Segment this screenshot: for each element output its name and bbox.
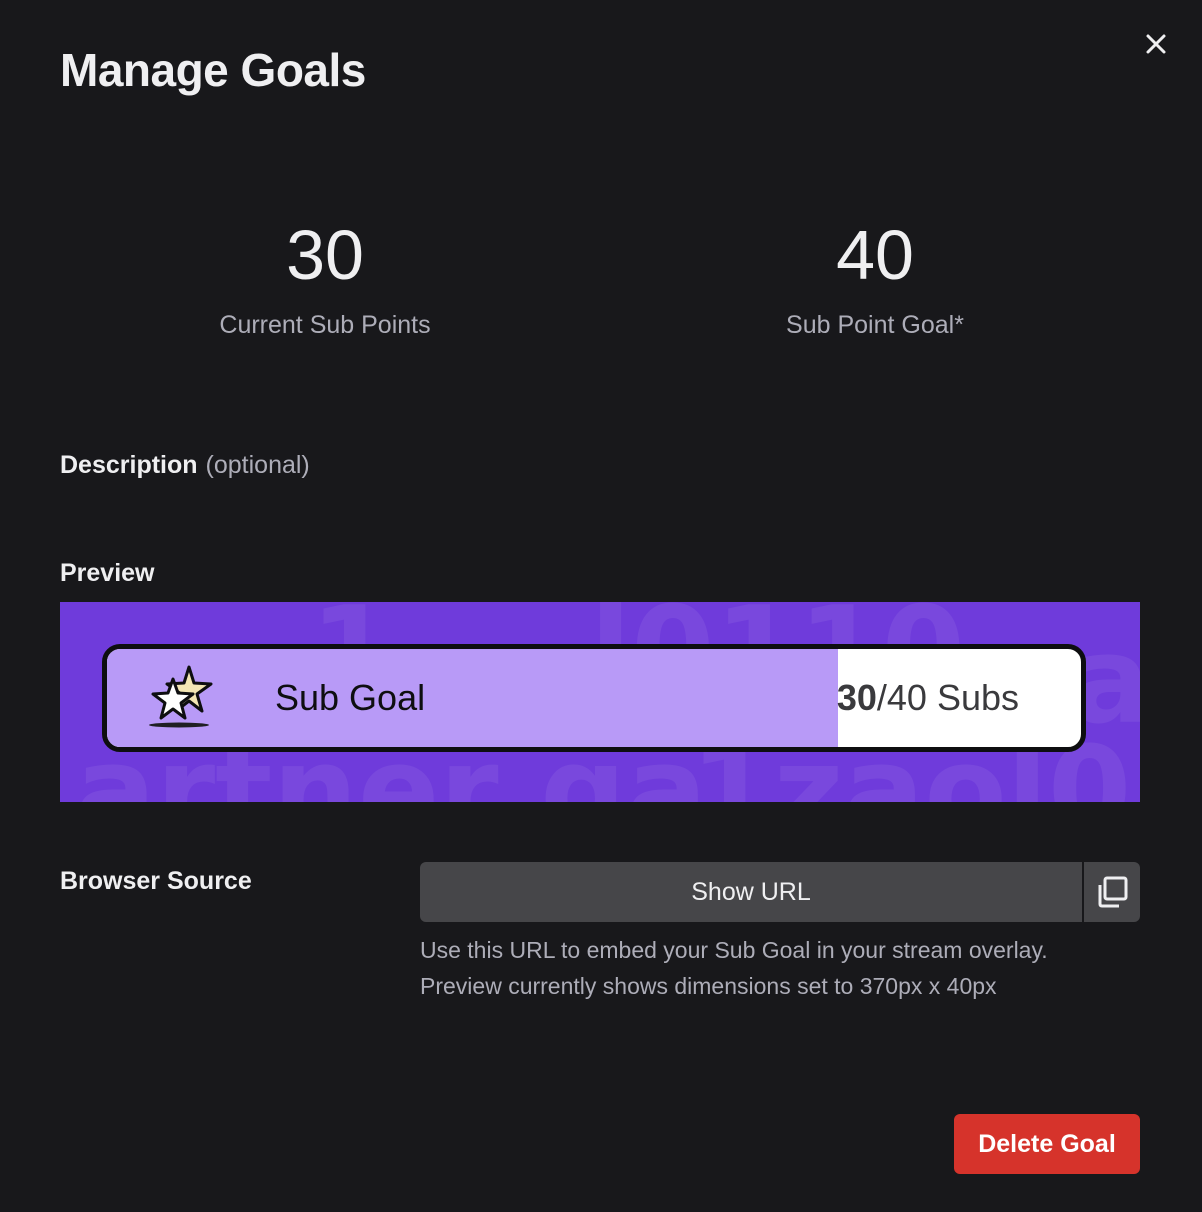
current-sub-points-value[interactable]: 30 (125, 210, 525, 300)
manage-goals-modal: Manage Goals 30 Current Sub Points 40 Su… (0, 0, 1202, 1212)
close-button[interactable] (1136, 24, 1176, 64)
current-sub-points: 30 Current Sub Points (125, 210, 525, 342)
browser-source-help-line2: Preview currently shows dimensions set t… (420, 973, 997, 999)
sub-goal-count: 30/40 Subs (837, 649, 1019, 747)
close-icon (1146, 34, 1166, 54)
sub-goal-current: 30 (836, 677, 877, 718)
sub-goal-target: /40 Subs (876, 677, 1019, 718)
goal-preview: 1 l0110 a artner ga 1zaol01 Sub Goal 30/… (60, 602, 1140, 802)
browser-source-help-line1: Use this URL to embed your Sub Goal in y… (420, 937, 1048, 963)
star-icon (149, 665, 213, 728)
sub-point-goal-label: Sub Point Goal* (786, 311, 964, 339)
preview-label: Preview (60, 559, 155, 587)
sub-point-goal-value[interactable]: 40 (675, 210, 1075, 300)
show-url-button[interactable]: Show URL (420, 862, 1082, 922)
current-sub-points-label: Current Sub Points (219, 311, 431, 339)
delete-goal-button[interactable]: Delete Goal (954, 1114, 1140, 1174)
description-label: Description (60, 451, 198, 479)
description-hint: (optional) (205, 451, 310, 479)
copy-url-button[interactable] (1084, 862, 1140, 922)
description-field[interactable]: Description (optional) (60, 448, 310, 482)
sub-goal-label: Sub Goal (275, 677, 426, 718)
browser-source-label: Browser Source (60, 867, 252, 895)
sub-point-goal: 40 Sub Point Goal* (675, 210, 1075, 342)
copy-icon (1098, 876, 1128, 908)
sub-goal-bar: Sub Goal 30/40 Subs (102, 644, 1086, 752)
browser-source-help: Use this URL to embed your Sub Goal in y… (420, 932, 1140, 1004)
modal-title: Manage Goals (60, 44, 366, 96)
